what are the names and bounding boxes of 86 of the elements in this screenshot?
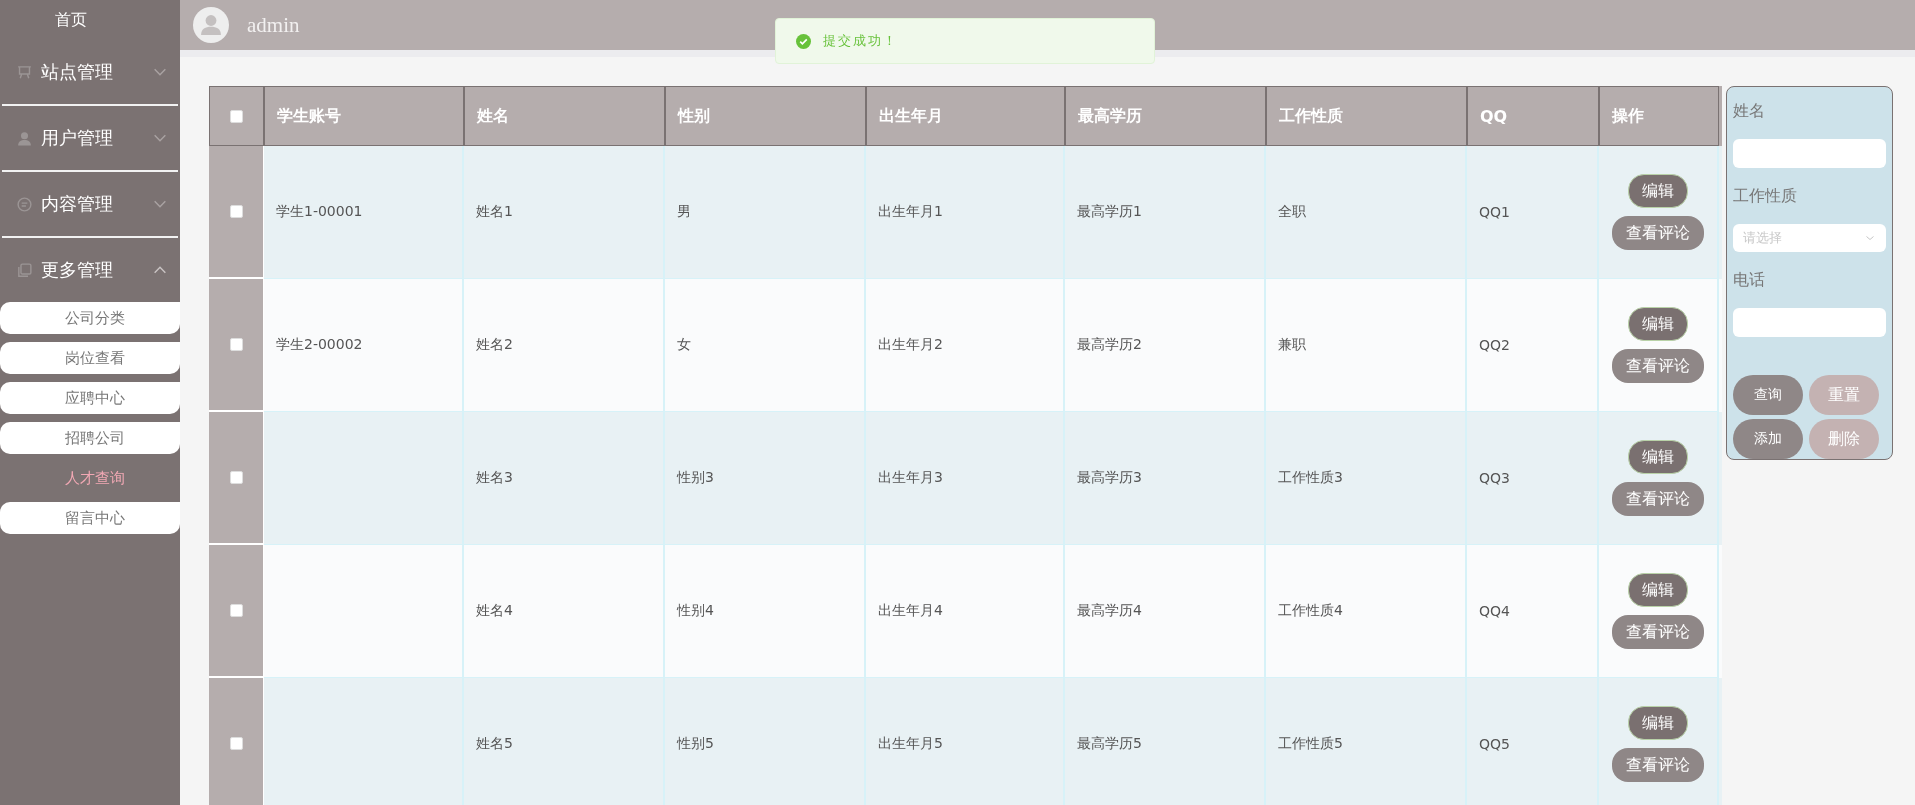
- user-icon: [16, 129, 33, 147]
- edit-button[interactable]: 编辑: [1628, 174, 1688, 208]
- cell-text: 最高学历3: [1077, 469, 1142, 487]
- input-field[interactable]: [1733, 308, 1886, 337]
- cell-text: QQ2: [1479, 337, 1510, 353]
- submenu-item[interactable]: 应聘中心: [0, 382, 180, 414]
- checkbox[interactable]: [229, 471, 243, 484]
- view-comments-button[interactable]: 查看评论: [1612, 216, 1704, 250]
- submenu-item[interactable]: 留言中心: [0, 502, 180, 534]
- panel-button[interactable]: 添加: [1733, 419, 1803, 459]
- checkbox[interactable]: [229, 604, 243, 617]
- toast-message: 提交成功！: [823, 32, 898, 50]
- input-field[interactable]: [1733, 138, 1886, 168]
- cell-text: 女: [677, 336, 691, 354]
- view-comments-button[interactable]: 查看评论: [1612, 482, 1704, 516]
- menu-group[interactable]: 内容管理: [0, 172, 180, 236]
- checkbox[interactable]: [229, 205, 243, 218]
- cell-text: 性别3: [677, 469, 714, 487]
- menu-group[interactable]: 站点管理: [0, 40, 180, 104]
- field-label: 工作性质: [1733, 185, 1798, 207]
- cell-text: 最高学历4: [1077, 602, 1142, 620]
- column-header: 操作: [1599, 86, 1719, 146]
- cell-text: 姓名1: [476, 203, 513, 221]
- view-comments-button[interactable]: 查看评论: [1612, 748, 1704, 782]
- checkbox[interactable]: [230, 109, 243, 123]
- submenu-item[interactable]: 招聘公司: [0, 422, 180, 454]
- cell-text: 最高学历1: [1077, 203, 1142, 221]
- cell-text: 姓名5: [476, 735, 513, 753]
- cell-text: 男: [677, 203, 691, 221]
- menu-group[interactable]: 用户管理: [0, 106, 180, 170]
- edit-button[interactable]: 编辑: [1628, 440, 1688, 474]
- edit-button[interactable]: 编辑: [1628, 573, 1688, 607]
- field-label: 姓名: [1733, 101, 1766, 122]
- column-header: 出生年月: [866, 86, 1065, 146]
- chat-bubble-icon: [16, 195, 33, 213]
- cell-text: 出生年月5: [878, 735, 943, 753]
- column-header: 性别: [665, 86, 866, 146]
- field-label: 电话: [1733, 270, 1766, 292]
- submenu-item[interactable]: 人才查询: [0, 462, 180, 494]
- submenu-item[interactable]: 公司分类: [0, 302, 180, 334]
- avatar-icon: [193, 7, 229, 43]
- cell-text: 工作性质3: [1278, 469, 1343, 487]
- edit-button[interactable]: 编辑: [1628, 706, 1688, 740]
- checkbox[interactable]: [229, 338, 243, 351]
- cell-text: 姓名3: [476, 469, 513, 487]
- cell-text: 出生年月4: [878, 602, 943, 620]
- column-header: 最高学历: [1065, 86, 1266, 146]
- column-header: 学生账号: [264, 86, 464, 146]
- cell-text: 姓名4: [476, 602, 513, 620]
- menu-group-label: 用户管理: [41, 126, 114, 150]
- cell-text: 姓名2: [476, 336, 513, 354]
- cell-text: 全职: [1278, 203, 1306, 221]
- menu-group-label: 站点管理: [41, 60, 114, 84]
- cell-text: 工作性质4: [1278, 602, 1343, 620]
- copy-icon: [16, 261, 33, 279]
- cell-text: 学生1-00001: [276, 203, 363, 221]
- cell-text: QQ1: [1479, 204, 1510, 220]
- panel-button[interactable]: 查询: [1733, 375, 1803, 415]
- username: admin: [247, 12, 300, 38]
- column-header: 姓名: [464, 86, 665, 146]
- easel-icon: [16, 63, 33, 81]
- cell-text: 最高学历5: [1077, 735, 1142, 753]
- menu-group-label: 更多管理: [41, 258, 114, 282]
- cell-text: 性别5: [677, 735, 714, 753]
- cell-text: 工作性质5: [1278, 735, 1343, 753]
- cell-text: 出生年月2: [878, 336, 943, 354]
- menu-item[interactable]: 首页: [0, 0, 180, 40]
- cell-text: QQ4: [1479, 603, 1510, 619]
- menu-group-label: 内容管理: [41, 192, 114, 216]
- column-header: QQ: [1467, 86, 1599, 146]
- edit-button[interactable]: 编辑: [1628, 307, 1688, 341]
- menu-group[interactable]: 更多管理: [0, 238, 180, 302]
- cell-text: QQ5: [1479, 736, 1510, 752]
- cell-text: 兼职: [1278, 336, 1306, 354]
- cell-text: QQ3: [1479, 470, 1510, 486]
- cell-text: 出生年月1: [878, 203, 943, 221]
- view-comments-button[interactable]: 查看评论: [1612, 349, 1704, 383]
- check-circle-icon: [796, 33, 811, 49]
- column-header: 工作性质: [1266, 86, 1467, 146]
- checkbox[interactable]: [229, 737, 243, 750]
- cell-text: 性别4: [677, 602, 714, 620]
- cell-text: 学生2-00002: [276, 336, 363, 354]
- cell-text: 最高学历2: [1077, 336, 1142, 354]
- cell-text: 出生年月3: [878, 469, 943, 487]
- view-comments-button[interactable]: 查看评论: [1612, 615, 1704, 649]
- submenu-item[interactable]: 岗位查看: [0, 342, 180, 374]
